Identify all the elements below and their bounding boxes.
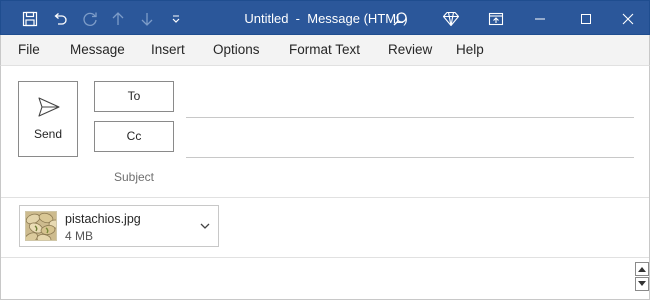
menu-review[interactable]: Review <box>388 35 432 65</box>
move-down-icon <box>132 1 162 36</box>
to-field[interactable] <box>186 117 634 118</box>
compose-pane: Send To Cc Subject pistachios.jpg 4 MB <box>0 66 650 300</box>
undo-icon[interactable] <box>45 1 75 36</box>
menu-message[interactable]: Message <box>70 35 125 65</box>
cc-field[interactable] <box>186 157 634 158</box>
subject-label: Subject <box>113 170 155 184</box>
menu-bar: File Message Insert Options Format Text … <box>0 35 650 66</box>
save-icon[interactable] <box>15 1 45 36</box>
scroll-up-button[interactable] <box>635 262 649 276</box>
arrow-down-icon <box>638 281 646 286</box>
send-button[interactable]: Send <box>18 81 78 157</box>
to-button[interactable]: To <box>94 81 174 112</box>
attachment-divider <box>1 257 649 258</box>
attachment-thumbnail <box>25 211 57 241</box>
search-icon[interactable] <box>385 1 415 36</box>
send-label: Send <box>33 127 63 141</box>
menu-options[interactable]: Options <box>213 35 260 65</box>
scroll-down-button[interactable] <box>635 277 649 291</box>
diamond-icon[interactable] <box>436 1 466 36</box>
minimize-button[interactable] <box>517 1 563 36</box>
attachment-name: pistachios.jpg <box>65 212 141 226</box>
attachment-size: 4 MB <box>65 229 94 243</box>
attachment-card[interactable]: pistachios.jpg 4 MB <box>19 205 219 247</box>
redo-icon <box>75 1 105 36</box>
cc-button[interactable]: Cc <box>94 121 174 152</box>
menu-format-text[interactable]: Format Text <box>289 35 360 65</box>
menu-help[interactable]: Help <box>456 35 484 65</box>
move-up-icon <box>103 1 133 36</box>
ribbon-display-options-icon[interactable] <box>481 1 511 36</box>
title-bar: Untitled - Message (HTML) <box>0 0 650 35</box>
close-button[interactable] <box>605 1 650 36</box>
header-divider <box>1 197 649 198</box>
title-document: Untitled <box>244 11 289 26</box>
customize-chevron-icon[interactable] <box>161 1 191 36</box>
chevron-down-icon[interactable] <box>199 220 211 232</box>
menu-file[interactable]: File <box>18 35 40 65</box>
menu-insert[interactable]: Insert <box>151 35 185 65</box>
maximize-button[interactable] <box>563 1 609 36</box>
title-separator: - <box>295 11 300 26</box>
send-icon <box>38 97 60 117</box>
arrow-up-icon <box>638 267 646 272</box>
